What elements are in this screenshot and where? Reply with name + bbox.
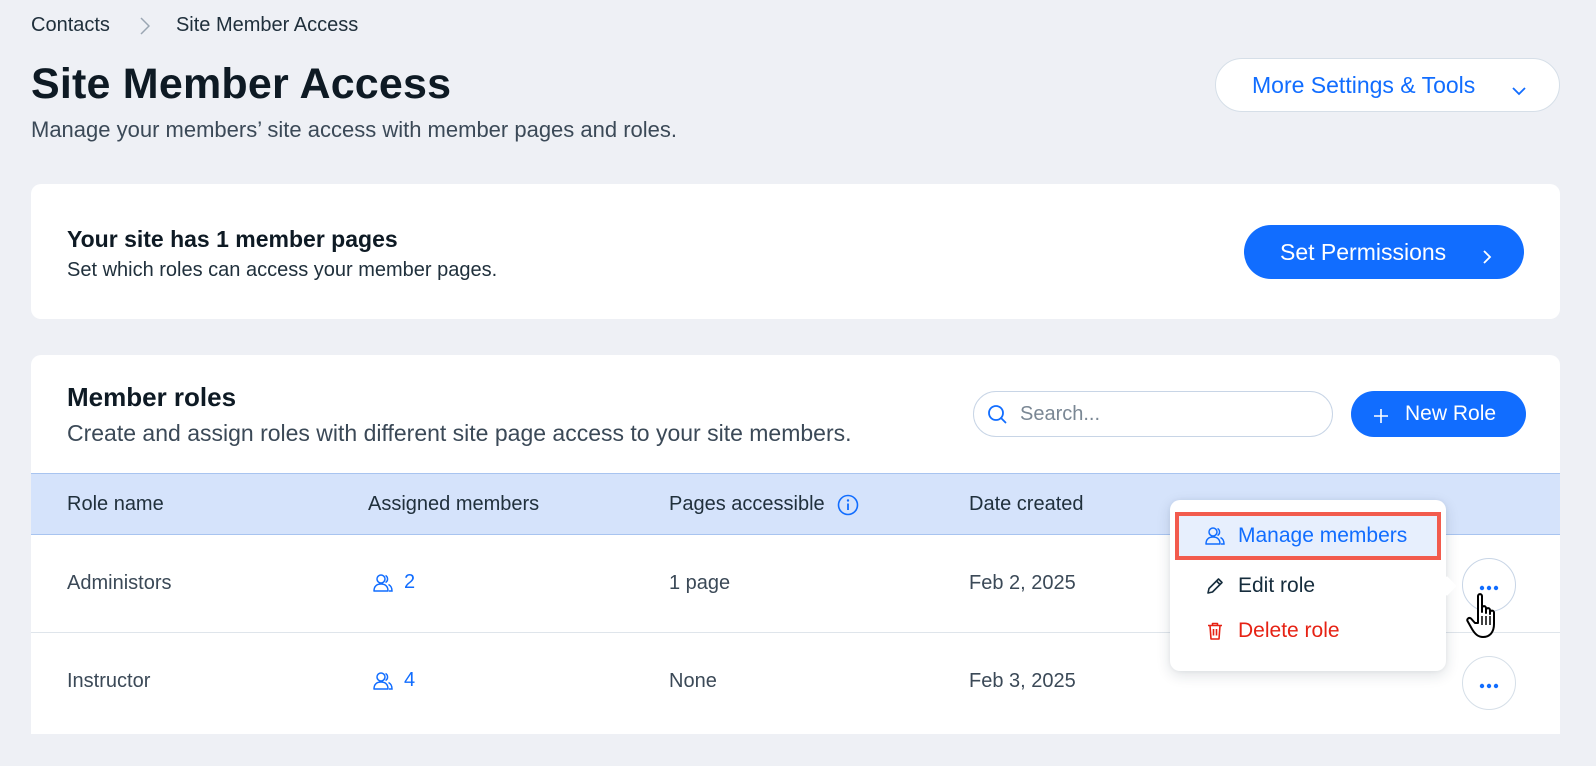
chevron-right-icon [1482, 244, 1492, 264]
member-pages-description: Set which roles can access your member p… [67, 259, 498, 281]
chevron-right-icon [140, 16, 150, 35]
column-header-pages-accessible: Pages accessible [669, 493, 859, 516]
trash-icon [1204, 620, 1226, 642]
column-header-date-created: Date created [969, 493, 1084, 515]
manage-members-menu-item[interactable]: Manage members [1175, 512, 1441, 560]
new-role-label: New Role [1405, 402, 1497, 425]
pages-accessible: None [669, 670, 717, 692]
assigned-members-count: 4 [404, 669, 416, 691]
members-icon [372, 670, 394, 692]
role-actions-menu: Manage members Edit role Delete role [1170, 500, 1446, 671]
member-roles-title: Member roles [67, 382, 237, 412]
pencil-icon [1204, 575, 1226, 597]
members-icon [372, 572, 394, 594]
members-icon [1204, 525, 1226, 547]
ellipsis-icon [1479, 672, 1499, 695]
search-input[interactable] [1020, 402, 1310, 426]
breadcrumb: Contacts Site Member Access [31, 14, 358, 37]
page-title: Site Member Access [31, 60, 452, 108]
member-roles-description: Create and assign roles with different s… [67, 420, 852, 446]
chevron-down-icon [1511, 78, 1527, 96]
pages-accessible: 1 page [669, 572, 731, 594]
delete-role-menu-item[interactable]: Delete role [1178, 610, 1438, 652]
member-pages-card: Your site has 1 member pages Set which r… [31, 184, 1560, 319]
hand-pointer-cursor-icon [1466, 592, 1508, 642]
breadcrumb-current: Site Member Access [175, 14, 359, 36]
column-header-role-name: Role name [67, 493, 164, 515]
assigned-members-count: 2 [404, 571, 416, 593]
role-name: Administors [67, 572, 172, 594]
search-field[interactable] [973, 391, 1333, 437]
assigned-members-link[interactable]: 4 [372, 669, 415, 692]
more-settings-tools-label: More Settings & Tools [1252, 71, 1476, 98]
page-subtitle: Manage your members’ site access with me… [31, 117, 678, 142]
search-icon [986, 403, 1008, 425]
set-permissions-button[interactable]: Set Permissions [1244, 225, 1524, 279]
set-permissions-label: Set Permissions [1280, 238, 1447, 265]
edit-role-label: Edit role [1238, 574, 1316, 597]
breadcrumb-contacts-link[interactable]: Contacts [31, 14, 110, 37]
info-icon[interactable] [837, 494, 859, 516]
delete-role-label: Delete role [1238, 619, 1340, 642]
member-pages-title: Your site has 1 member pages [67, 226, 398, 252]
column-header-pages-accessible-label: Pages accessible [669, 493, 825, 515]
column-header-assigned-members: Assigned members [368, 493, 540, 515]
manage-members-label: Manage members [1238, 524, 1408, 547]
date-created: Feb 3, 2025 [969, 670, 1076, 692]
plus-icon [1373, 406, 1389, 423]
date-created: Feb 2, 2025 [969, 572, 1076, 594]
role-name: Instructor [67, 670, 151, 692]
edit-role-menu-item[interactable]: Edit role [1178, 565, 1438, 607]
new-role-button[interactable]: New Role [1351, 391, 1526, 437]
assigned-members-link[interactable]: 2 [372, 571, 415, 594]
more-actions-button[interactable] [1462, 656, 1516, 710]
more-settings-tools-button[interactable]: More Settings & Tools [1215, 58, 1560, 112]
